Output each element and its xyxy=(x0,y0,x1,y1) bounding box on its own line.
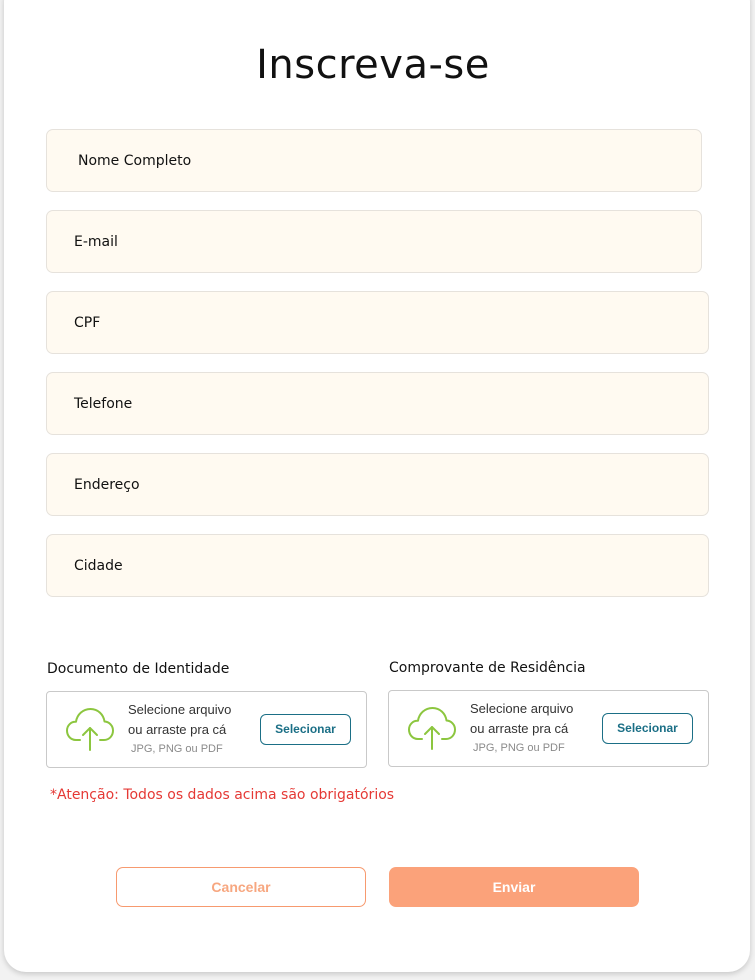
dropzone-instruction-line2: ou arraste pra cá xyxy=(128,722,227,737)
phone-field-placeholder: Telefone xyxy=(74,396,133,412)
email-field-placeholder: E-mail xyxy=(74,234,118,250)
file-types-hint: JPG, PNG ou PDF xyxy=(473,742,565,754)
phone-field[interactable]: Telefone xyxy=(46,372,709,435)
page-title: Inscreva-se xyxy=(256,42,490,88)
cpf-field[interactable]: CPF xyxy=(46,291,709,354)
email-field[interactable]: E-mail xyxy=(46,210,702,273)
name-field-placeholder: Nome Completo xyxy=(78,153,192,169)
id-document-title: Documento de Identidade xyxy=(47,661,230,677)
name-field[interactable]: Nome Completo xyxy=(46,129,702,192)
file-types-hint: JPG, PNG ou PDF xyxy=(131,743,223,755)
select-proof-of-residence-button[interactable]: Selecionar xyxy=(602,713,693,744)
select-id-document-button[interactable]: Selecionar xyxy=(260,714,351,745)
address-field[interactable]: Endereço xyxy=(46,453,709,516)
city-field-placeholder: Cidade xyxy=(74,558,123,574)
id-document-dropzone[interactable]: Selecione arquivo ou arraste pra cá JPG,… xyxy=(46,691,367,768)
proof-of-residence-dropzone[interactable]: Selecione arquivo ou arraste pra cá JPG,… xyxy=(388,690,709,767)
cancel-button[interactable]: Cancelar xyxy=(116,867,366,907)
cloud-upload-icon xyxy=(408,707,456,750)
dropzone-instruction-line1: Selecione arquivo xyxy=(128,702,232,717)
cpf-field-placeholder: CPF xyxy=(74,315,101,331)
address-field-placeholder: Endereço xyxy=(74,477,140,493)
city-field[interactable]: Cidade xyxy=(46,534,709,597)
proof-of-residence-title: Comprovante de Residência xyxy=(389,660,586,676)
dropzone-instruction-line2: ou arraste pra cá xyxy=(470,721,569,736)
submit-button[interactable]: Enviar xyxy=(389,867,639,907)
cloud-upload-icon xyxy=(66,708,114,751)
dropzone-instruction-line1: Selecione arquivo xyxy=(470,701,574,716)
required-fields-warning: *Atenção: Todos os dados acima são obrig… xyxy=(50,787,395,803)
